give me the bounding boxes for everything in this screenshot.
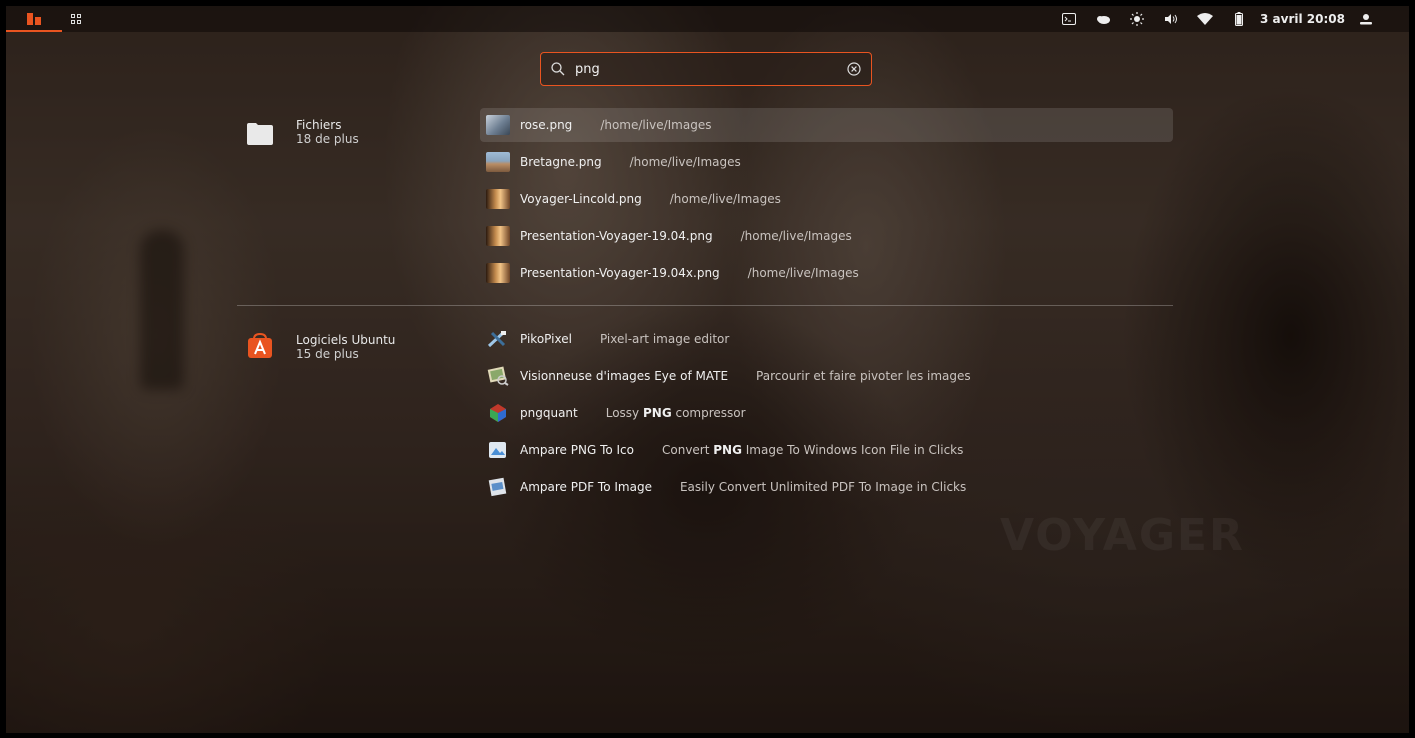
result-desc: Pixel-art image editor — [599, 332, 730, 346]
category-more-count: 18 de plus — [296, 132, 359, 146]
result-name: Ampare PNG To Ico — [520, 443, 634, 457]
result-desc: Lossy PNG compressor — [605, 406, 746, 420]
result-name: Ampare PDF To Image — [520, 480, 652, 494]
battery-icon[interactable] — [1222, 6, 1256, 32]
system-tray: 3 avril 20:08 — [1052, 6, 1379, 32]
result-row[interactable]: Ampare PDF To Image Easily Convert Unlim… — [480, 470, 1173, 504]
result-path: /home/live/Images — [740, 229, 852, 243]
result-row[interactable]: Voyager-Lincold.png /home/live/Images — [480, 182, 1173, 216]
result-row[interactable]: pngquant Lossy PNG compressor — [480, 396, 1173, 430]
category-more-count: 15 de plus — [296, 347, 359, 361]
pngquant-icon — [490, 404, 506, 422]
ubuntu-software-icon — [248, 333, 272, 358]
result-row[interactable]: Bretagne.png /home/live/Images — [480, 145, 1173, 179]
result-name: Presentation-Voyager-19.04x.png — [520, 266, 720, 280]
weather-icon[interactable] — [1086, 6, 1120, 32]
result-row[interactable]: Ampare PNG To Ico Convert PNG Image To W… — [480, 433, 1173, 467]
result-name: PikoPixel — [520, 332, 572, 346]
rose-thumbnail — [486, 115, 510, 135]
ampare-png-icon — [489, 442, 506, 458]
category-software[interactable]: Logiciels Ubuntu 15 de plus — [246, 333, 395, 361]
result-name: Visionneuse d'images Eye of MATE — [520, 369, 729, 383]
terminal-icon[interactable] — [1052, 6, 1086, 32]
eom-icon — [487, 366, 509, 386]
category-files[interactable]: Fichiers 18 de plus — [246, 118, 359, 146]
result-desc: Parcourir et faire pivoter les images — [756, 369, 971, 383]
result-row[interactable]: Presentation-Voyager-19.04.png /home/liv… — [480, 219, 1173, 253]
clock[interactable]: 3 avril 20:08 — [1256, 12, 1353, 26]
result-path: /home/live/Images — [669, 192, 781, 206]
activities-button[interactable] — [6, 6, 62, 32]
wifi-icon[interactable] — [1188, 6, 1222, 32]
voyager-thumbnail — [486, 189, 510, 209]
clear-icon[interactable] — [847, 62, 861, 76]
result-path: /home/live/Images — [600, 118, 712, 132]
app-grid-icon — [71, 14, 81, 24]
result-row[interactable]: Presentation-Voyager-19.04x.png /home/li… — [480, 256, 1173, 290]
section-divider — [237, 305, 1173, 306]
brightness-icon[interactable] — [1120, 6, 1154, 32]
search-icon — [551, 62, 565, 76]
search-input[interactable] — [575, 61, 847, 77]
ubuntu-activities-icon — [27, 13, 41, 25]
volume-icon[interactable] — [1154, 6, 1188, 32]
result-desc: Convert PNG Image To Windows Icon File i… — [662, 443, 964, 457]
user-icon[interactable] — [1353, 6, 1379, 32]
show-applications-button[interactable] — [62, 6, 90, 32]
result-row[interactable]: PikoPixel Pixel-art image editor — [480, 322, 1173, 356]
ampare-pdf-icon — [488, 477, 507, 497]
result-path: /home/live/Images — [629, 155, 741, 169]
category-title: Fichiers — [296, 118, 342, 132]
top-bar: 3 avril 20:08 — [6, 6, 1409, 32]
result-row[interactable]: Visionneuse d'images Eye of MATE Parcour… — [480, 359, 1173, 393]
voyager-thumbnail — [486, 226, 510, 246]
result-name: pngquant — [520, 406, 578, 420]
voyager-thumbnail — [486, 263, 510, 283]
result-name: rose.png — [520, 118, 573, 132]
result-name: Bretagne.png — [520, 155, 602, 169]
files-results: rose.png /home/live/Images Bretagne.png … — [480, 108, 1173, 293]
category-title: Logiciels Ubuntu — [296, 333, 396, 347]
pikopixel-icon — [487, 330, 506, 348]
software-results: PikoPixel Pixel-art image editor Visionn… — [480, 322, 1173, 507]
folder-icon — [247, 123, 273, 145]
bretagne-thumbnail — [486, 152, 510, 172]
result-row[interactable]: rose.png /home/live/Images — [480, 108, 1173, 142]
result-path: /home/live/Images — [747, 266, 859, 280]
result-desc: Easily Convert Unlimited PDF To Image in… — [679, 480, 967, 494]
search-field[interactable] — [540, 52, 872, 86]
result-name: Presentation-Voyager-19.04.png — [520, 229, 713, 243]
result-name: Voyager-Lincold.png — [520, 192, 642, 206]
